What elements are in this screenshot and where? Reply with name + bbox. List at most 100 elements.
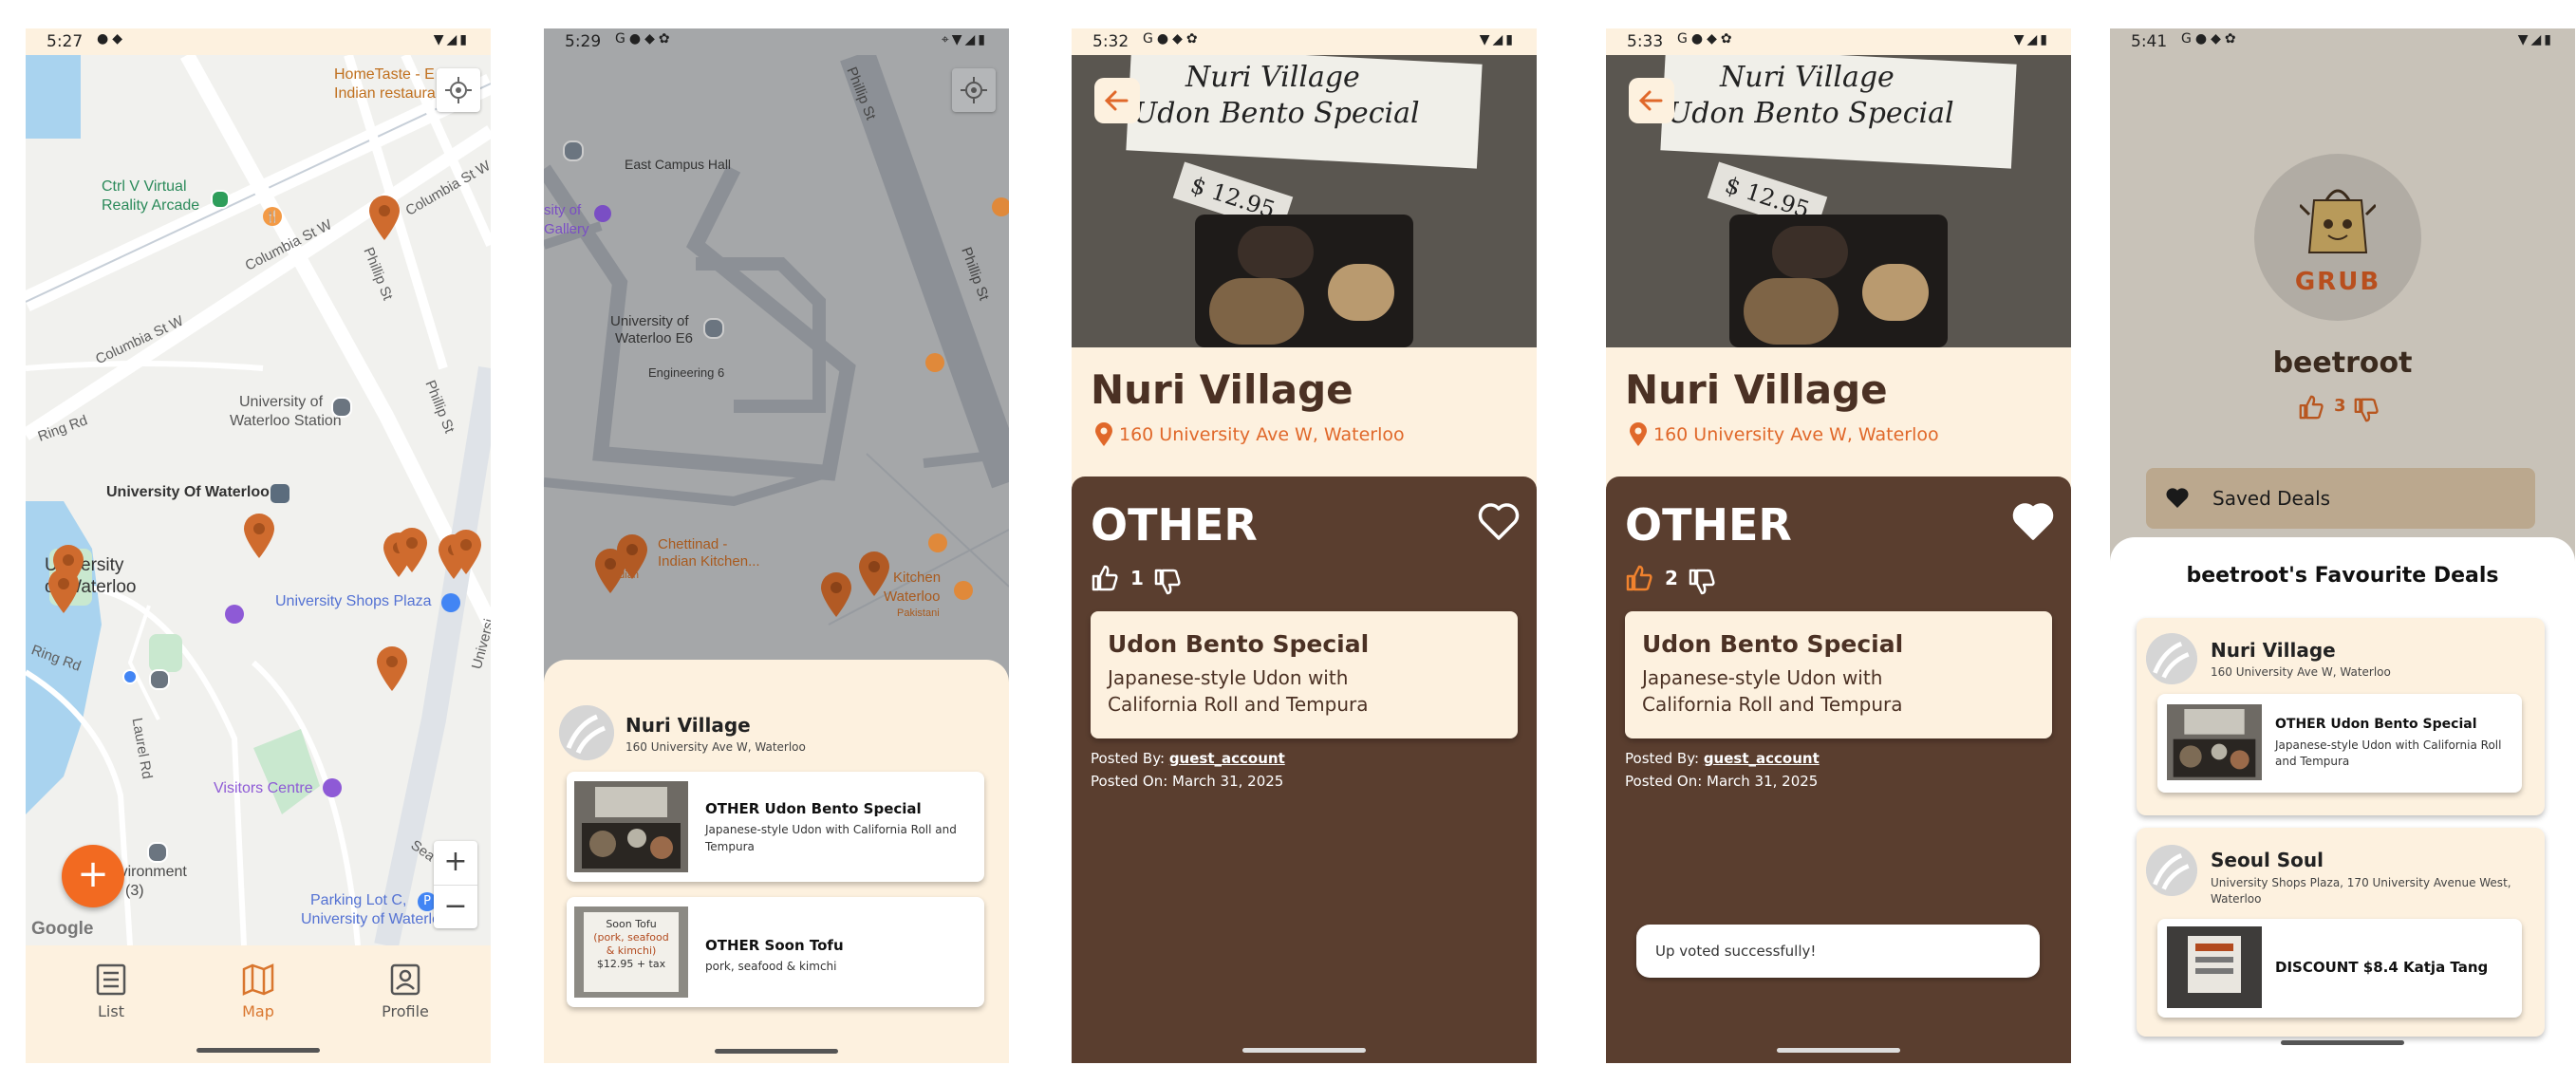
home-indicator[interactable] — [1242, 1048, 1366, 1053]
crosshair-icon — [961, 77, 987, 103]
upvote-thumb-icon[interactable] — [1091, 564, 1119, 592]
transit-station-icon[interactable] — [331, 397, 352, 418]
restaurant-address[interactable]: 160 University Ave W, Waterloo — [1119, 424, 1405, 445]
screen-deal-detail: 5:32 G●◆✿ ▼◢▮ Nuri Village Udon Bento Sp… — [1072, 28, 1537, 1063]
zoom-in-button[interactable]: + — [434, 841, 477, 886]
poi-purple-icon[interactable] — [225, 605, 244, 624]
restaurant-bottom-sheet[interactable]: Nuri Village 160 University Ave W, Water… — [544, 660, 1009, 1063]
restaurant-name: Nuri Village — [2211, 639, 2336, 662]
status-system-icons: ▼◢▮ — [433, 32, 470, 47]
avatar-placeholder-icon — [559, 705, 614, 760]
home-indicator[interactable] — [1777, 1048, 1900, 1053]
nav-profile-button[interactable]: Profile — [348, 963, 462, 1020]
home-indicator[interactable] — [715, 1049, 838, 1054]
nav-list-label: List — [98, 1002, 124, 1020]
restaurant-card[interactable]: Seoul Soul University Shops Plaza, 170 U… — [2137, 828, 2545, 1037]
status-bar: 5:33 G●◆✿ ▼◢▮ — [1606, 28, 2071, 55]
restaurant-poi-icon[interactable] — [928, 533, 947, 552]
map-label-university-of: sity of — [544, 202, 582, 218]
map-pin[interactable] — [857, 551, 891, 598]
map-label-uw-station[interactable]: University of — [239, 394, 323, 411]
downvote-thumb-icon[interactable] — [1153, 568, 1182, 596]
back-button[interactable] — [1094, 78, 1140, 123]
back-arrow-icon — [1104, 90, 1129, 111]
favourite-deals-sheet[interactable]: beetroot's Favourite Deals Nuri Village … — [2110, 537, 2575, 1063]
transit-bus-icon[interactable] — [271, 484, 289, 503]
map-pin[interactable] — [819, 571, 853, 619]
status-time: 5:27 — [47, 32, 84, 51]
poi-building-icon[interactable] — [147, 842, 168, 863]
map-pin[interactable] — [449, 529, 483, 576]
photo-food — [1328, 264, 1394, 321]
map-label-uw-e6[interactable]: University of — [610, 313, 689, 329]
profile-vote-count: 3 — [2334, 396, 2346, 416]
map-pin[interactable] — [395, 527, 429, 574]
map-icon — [242, 963, 274, 996]
status-time: 5:41 — [2131, 32, 2168, 51]
restaurant-poi-icon[interactable]: 🍴 — [263, 207, 282, 226]
arcade-poi-icon[interactable] — [211, 190, 230, 209]
nav-list-button[interactable]: List — [54, 963, 168, 1020]
my-location-button[interactable] — [952, 68, 996, 112]
map-label-hometaste[interactable]: HomeTaste - E — [334, 66, 435, 84]
thumbnail-text: $12.95 + tax — [596, 958, 666, 970]
status-notification-icons: G●◆✿ — [1143, 31, 1202, 47]
poi-grey-icon[interactable] — [149, 669, 170, 690]
map-label-kitchen[interactable]: Kitchen — [893, 570, 941, 586]
home-indicator[interactable] — [2281, 1040, 2404, 1045]
deal-thumbnail — [2167, 704, 2262, 780]
nav-map-button[interactable]: Map — [201, 963, 315, 1020]
restaurant-poi-icon[interactable] — [954, 581, 973, 600]
map-label-parking[interactable]: Parking Lot C, — [310, 892, 406, 909]
favourite-deals-title: beetroot's Favourite Deals — [2186, 564, 2499, 588]
map-label-pakistani: Pakistani — [897, 607, 940, 619]
restaurant-poi-icon[interactable] — [992, 197, 1009, 216]
posted-by-user[interactable]: guest_account — [1169, 750, 1285, 767]
zoom-out-button[interactable]: − — [434, 886, 477, 929]
map-canvas[interactable] — [544, 55, 1009, 720]
map-label-shops-plaza[interactable]: University Shops Plaza — [275, 593, 432, 610]
map-label-east-campus[interactable]: East Campus Hall — [625, 157, 731, 172]
map-label-university-of-waterloo[interactable]: University Of Waterloo — [106, 484, 270, 501]
poi-grey-icon[interactable] — [563, 140, 584, 161]
deal-card[interactable]: DISCOUNT $8.4 Katja Tang — [2157, 919, 2522, 1018]
downvote-thumb-icon[interactable] — [1688, 568, 1716, 596]
saved-deals-button[interactable]: Saved Deals — [2146, 468, 2535, 529]
add-deal-button[interactable]: + — [62, 845, 124, 907]
status-bar: 5:32 G●◆✿ ▼◢▮ — [1072, 28, 1537, 55]
restaurant-card[interactable]: Nuri Village 160 University Ave W, Water… — [2137, 618, 2545, 815]
map-pin[interactable] — [375, 645, 409, 693]
status-system-icons: ▼◢▮ — [2013, 32, 2050, 47]
map-pin[interactable] — [47, 568, 81, 615]
favorite-heart-filled-icon[interactable] — [2012, 503, 2054, 541]
my-location-button[interactable] — [437, 68, 480, 112]
map-label-uw-e6-sub: Waterloo E6 — [615, 330, 693, 346]
poi-grey-icon[interactable] — [703, 318, 724, 339]
restaurant-address[interactable]: 160 University Ave W, Waterloo — [1653, 424, 1939, 445]
upvote-thumb-active-icon[interactable] — [1625, 564, 1653, 592]
deal-card[interactable]: Soon Tofu (pork, seafood & kimchi) $12.9… — [567, 897, 984, 1007]
map-label-environment-sub: (3) — [125, 883, 144, 899]
map-pin[interactable] — [615, 533, 649, 581]
back-button[interactable] — [1629, 78, 1674, 123]
profile-icon — [390, 963, 420, 996]
favorite-heart-icon[interactable] — [1478, 503, 1520, 541]
home-indicator[interactable] — [196, 1048, 320, 1053]
deal-thumbnail: Soon Tofu (pork, seafood & kimchi) $12.9… — [574, 906, 688, 998]
deal-description: Japanese-style Udon with California Roll… — [2275, 738, 2502, 768]
deal-card[interactable]: OTHER Udon Bento Special Japanese-style … — [2157, 694, 2522, 793]
map-label-ctrlv[interactable]: Ctrl V Virtual — [102, 178, 187, 196]
deal-card[interactable]: OTHER Udon Bento Special Japanese-style … — [567, 772, 984, 882]
posted-by-user[interactable]: guest_account — [1704, 750, 1820, 767]
map-label-visitors-centre[interactable]: Visitors Centre — [214, 780, 313, 797]
visitors-centre-icon[interactable] — [323, 778, 342, 797]
deal-title: OTHER Udon Bento Special — [2275, 717, 2477, 732]
gallery-poi-icon[interactable] — [594, 205, 611, 222]
restaurant-poi-icon[interactable] — [925, 353, 944, 372]
map-label-gallery[interactable]: Gallery — [544, 221, 589, 237]
map-label-chettinad[interactable]: Chettinad - — [658, 536, 727, 552]
shopping-poi-icon[interactable] — [441, 593, 460, 612]
map-pin[interactable] — [242, 513, 276, 560]
map-label-engineering-6[interactable]: Engineering 6 — [648, 365, 724, 380]
map-pin[interactable] — [367, 195, 401, 242]
